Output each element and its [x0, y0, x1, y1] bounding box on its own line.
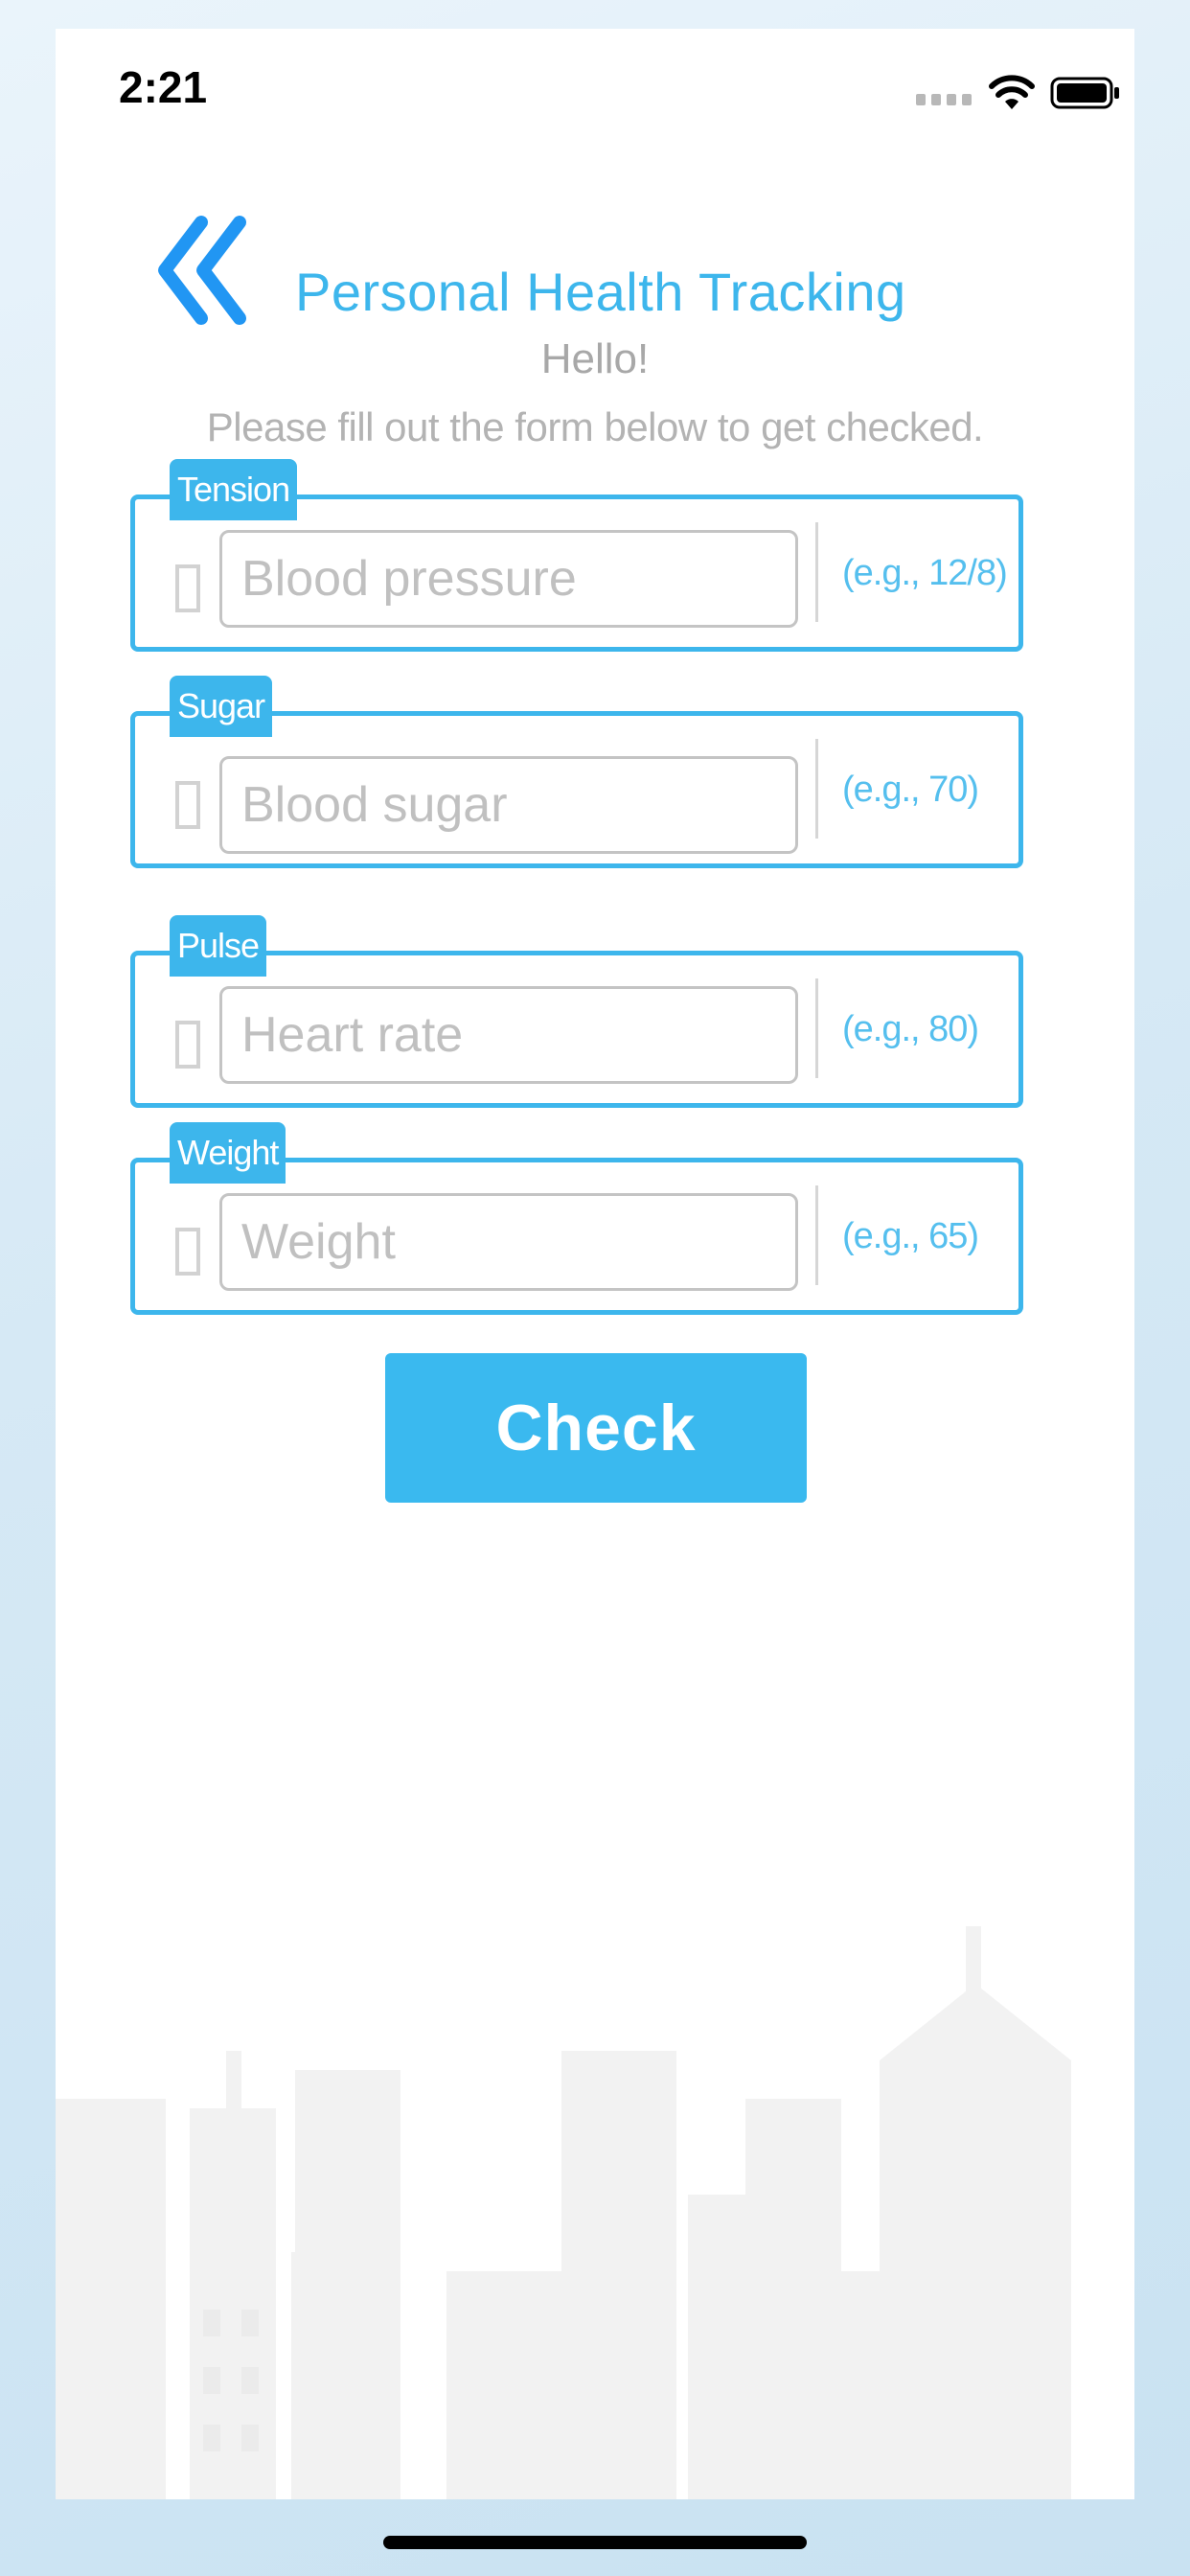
weight-field-group: Weight (e.g., 65) [130, 1122, 1023, 1315]
home-indicator[interactable] [383, 2536, 807, 2549]
blood-sugar-hint: (e.g., 70) [842, 770, 979, 810]
field-divider [815, 1185, 818, 1285]
field-divider [815, 978, 818, 1078]
weight-field-icon [175, 1228, 200, 1276]
instruction-text: Please fill out the form below to get ch… [206, 404, 984, 449]
tension-field-group: Tension (e.g., 12/8) [130, 459, 1023, 652]
pulse-field-group: Pulse (e.g., 80) [130, 915, 1023, 1108]
cellular-signal-icon [916, 94, 972, 105]
greeting-text: Hello! [540, 335, 650, 382]
pulse-tag: Pulse [170, 915, 267, 977]
app-screen: 2:21 Personal Health Tracking Hello! Ple… [56, 29, 1134, 2499]
city-skyline-illustration [56, 1926, 1071, 2499]
sugar-tag: Sugar [170, 676, 273, 737]
battery-icon [1050, 77, 1119, 109]
sugar-field-group: Sugar (e.g., 70) [130, 676, 1023, 868]
tension-field-icon [175, 564, 200, 612]
weight-input[interactable] [219, 1193, 798, 1291]
tension-tag: Tension [170, 459, 298, 520]
weight-tag: Weight [170, 1122, 286, 1184]
sugar-field-icon [175, 781, 200, 829]
heart-rate-input[interactable] [219, 986, 798, 1084]
status-time: 2:21 [119, 62, 208, 112]
double-chevron-left-icon[interactable] [155, 213, 251, 328]
blood-pressure-input[interactable] [219, 530, 798, 628]
heart-rate-hint: (e.g., 80) [842, 1009, 979, 1049]
blood-sugar-input[interactable] [219, 756, 798, 854]
status-icons [916, 67, 1127, 113]
blood-pressure-hint: (e.g., 12/8) [842, 553, 1008, 593]
field-divider [815, 522, 818, 622]
field-divider [815, 739, 818, 839]
weight-hint: (e.g., 65) [842, 1216, 979, 1256]
pulse-field-icon [175, 1021, 200, 1069]
check-button[interactable]: Check [385, 1353, 807, 1503]
wifi-icon [989, 75, 1035, 109]
page-title: Personal Health Tracking [295, 262, 906, 322]
